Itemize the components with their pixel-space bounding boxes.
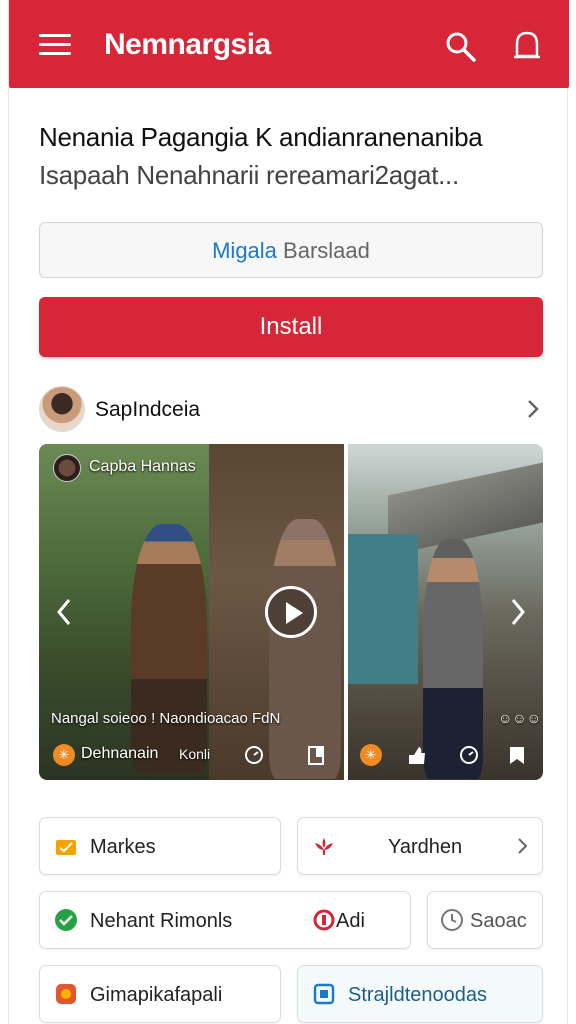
category-card-nehant-rimonls[interactable]: Nehant Rimonls Adi: [39, 891, 411, 949]
wall-image: [348, 534, 418, 684]
media-reactions: ☺☺☺: [498, 710, 541, 726]
like-icon[interactable]: [406, 744, 428, 766]
page-title: Nenania Pagangia K andianranenaniba: [39, 122, 483, 152]
app-icon: [56, 984, 76, 1004]
gallery-image-right[interactable]: ☺☺☺ ✳: [348, 444, 543, 780]
chevron-right-icon[interactable]: [503, 594, 533, 630]
app-title: Nemnargsia: [104, 28, 271, 61]
timer-icon[interactable]: [458, 744, 480, 766]
person-figure: [131, 524, 207, 774]
folder-icon: [56, 840, 76, 855]
chevron-left-icon[interactable]: [49, 594, 79, 630]
option-value-primary: Migala: [212, 238, 277, 263]
card-label: Strajldtenoodas: [348, 984, 487, 1006]
avatar: [39, 386, 85, 432]
timer-icon[interactable]: [243, 744, 265, 766]
frame-icon: [313, 983, 335, 1005]
search-icon[interactable]: [444, 30, 478, 64]
category-card-yardhen[interactable]: Yardhen: [297, 817, 543, 875]
category-card-markes[interactable]: Markes: [39, 817, 281, 875]
chevron-right-icon: [518, 838, 528, 854]
channel-name: Capba Hannas: [89, 458, 196, 475]
card-label: Yardhen: [388, 836, 463, 858]
media-author: Dehnanain: [81, 745, 159, 762]
bookmark-icon[interactable]: [305, 744, 327, 766]
play-button[interactable]: [265, 586, 317, 638]
person-figure: [423, 539, 483, 779]
install-button[interactable]: Install: [39, 297, 543, 357]
option-value-secondary: Barslaad: [283, 238, 370, 263]
bell-icon[interactable]: [511, 28, 543, 64]
media-author-badge: Konli: [179, 746, 211, 762]
clock-icon: [441, 909, 463, 931]
card-label: Markes: [90, 836, 156, 858]
bookmark-icon[interactable]: [506, 744, 528, 766]
option-selector[interactable]: Migala Barslaad: [39, 222, 543, 278]
chevron-right-icon: [528, 400, 539, 418]
category-card-gimapikafapali[interactable]: Gimapikafapali: [39, 965, 281, 1023]
author-row[interactable]: SapIndceia: [39, 386, 543, 432]
person-figure: [269, 519, 341, 779]
media-gallery[interactable]: Capba Hannas Nangal soieoo ! Naondioacao…: [39, 444, 543, 780]
page-subtitle: Isapaah Nenahnarii rereamari2agat...: [39, 160, 459, 190]
sun-icon: ✳: [53, 744, 75, 766]
card-label: Saoac: [470, 910, 527, 932]
stop-circle-icon: [313, 909, 335, 931]
app-screen: Nemnargsia Nenania Pagangia K andianrane…: [8, 0, 569, 1024]
card-label: Gimapikafapali: [90, 984, 223, 1006]
category-card-saoac[interactable]: Saoac: [427, 891, 543, 949]
sun-icon: ✳: [360, 744, 382, 766]
channel-avatar: [53, 454, 81, 482]
author-name: SapIndceia: [95, 398, 201, 421]
gallery-image-left[interactable]: Capba Hannas Nangal soieoo ! Naondioacao…: [39, 444, 344, 780]
top-app-bar: Nemnargsia: [9, 0, 569, 88]
lotus-icon: [315, 838, 333, 855]
check-circle-icon: [55, 909, 77, 931]
card-label: Nehant Rimonls: [90, 910, 233, 932]
media-caption: Nangal soieoo ! Naondioacao FdN: [51, 710, 281, 727]
menu-icon[interactable]: [39, 34, 71, 58]
category-card-strajldtenoodas[interactable]: Strajldtenoodas: [297, 965, 543, 1023]
card-label-secondary: Adi: [336, 910, 365, 932]
